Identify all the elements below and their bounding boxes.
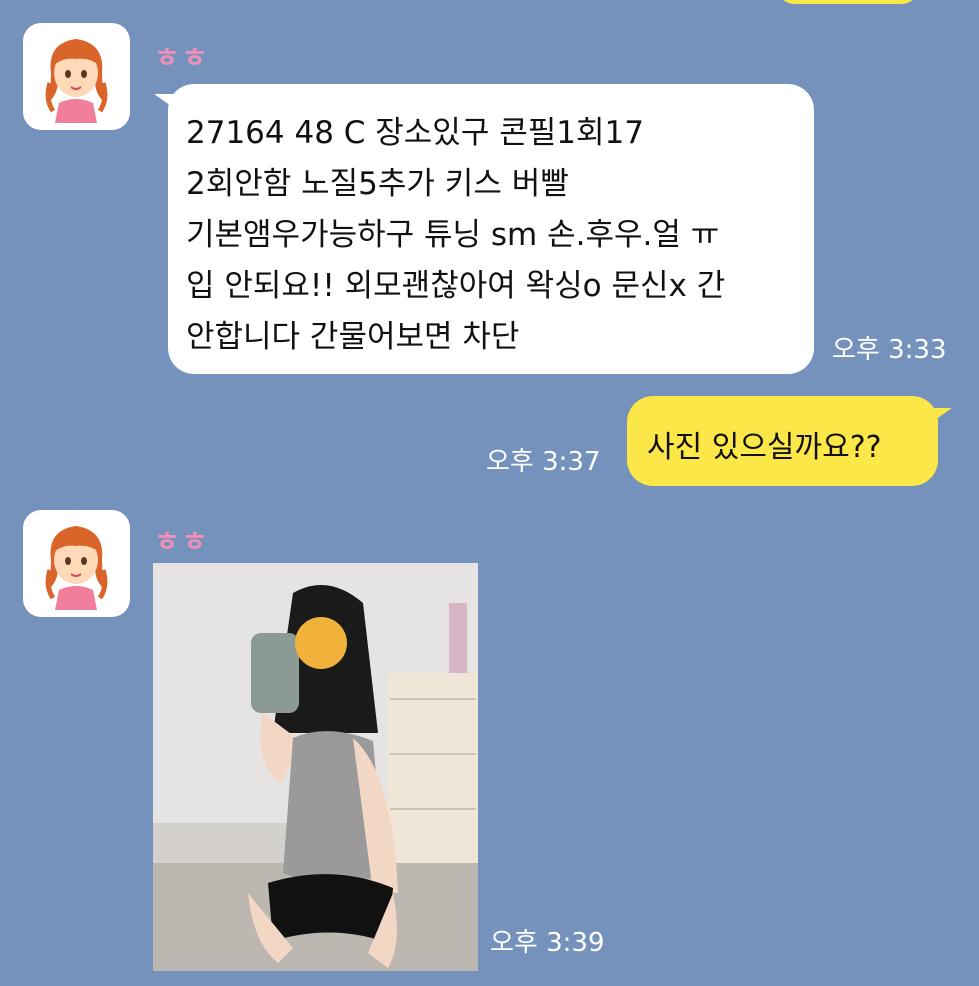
- message-text: 사진 있으실까요??: [647, 430, 882, 465]
- photo-attachment[interactable]: [153, 563, 478, 971]
- message-text-line: 기본앰우가능하구 튜닝 sm 손.후우.얼 ㅠ: [186, 217, 720, 253]
- message-text-line: 2회안함 노질5추가 키스 버빨: [186, 166, 569, 202]
- message-text-line: 입 안되요!! 외모괜찮아여 왁싱o 문신x 간: [186, 268, 726, 304]
- previous-outgoing-bubble-edge: [778, 0, 918, 4]
- outgoing-message-bubble[interactable]: 사진 있으실까요??: [627, 396, 952, 486]
- sender-name: ㅎㅎ: [154, 525, 210, 558]
- sender-name: ㅎㅎ: [154, 41, 210, 74]
- message-timestamp: 오후 3:39: [490, 928, 605, 958]
- sender-avatar[interactable]: [23, 510, 130, 617]
- photo-image: [153, 563, 478, 971]
- sender-avatar[interactable]: [23, 23, 130, 130]
- message-timestamp: 오후 3:37: [486, 447, 601, 477]
- message-timestamp: 오후 3:33: [832, 335, 947, 365]
- incoming-message-bubble[interactable]: 27164 48 C 장소있구 콘필1회17 2회안함 노질5추가 키스 버빨 …: [154, 84, 814, 374]
- message-text-line: 안합니다 간물어보면 차단: [186, 319, 520, 355]
- girl-avatar-icon: [45, 526, 108, 610]
- girl-avatar-icon: [45, 39, 108, 123]
- message-text-line: 27164 48 C 장소있구 콘필1회17: [186, 115, 644, 151]
